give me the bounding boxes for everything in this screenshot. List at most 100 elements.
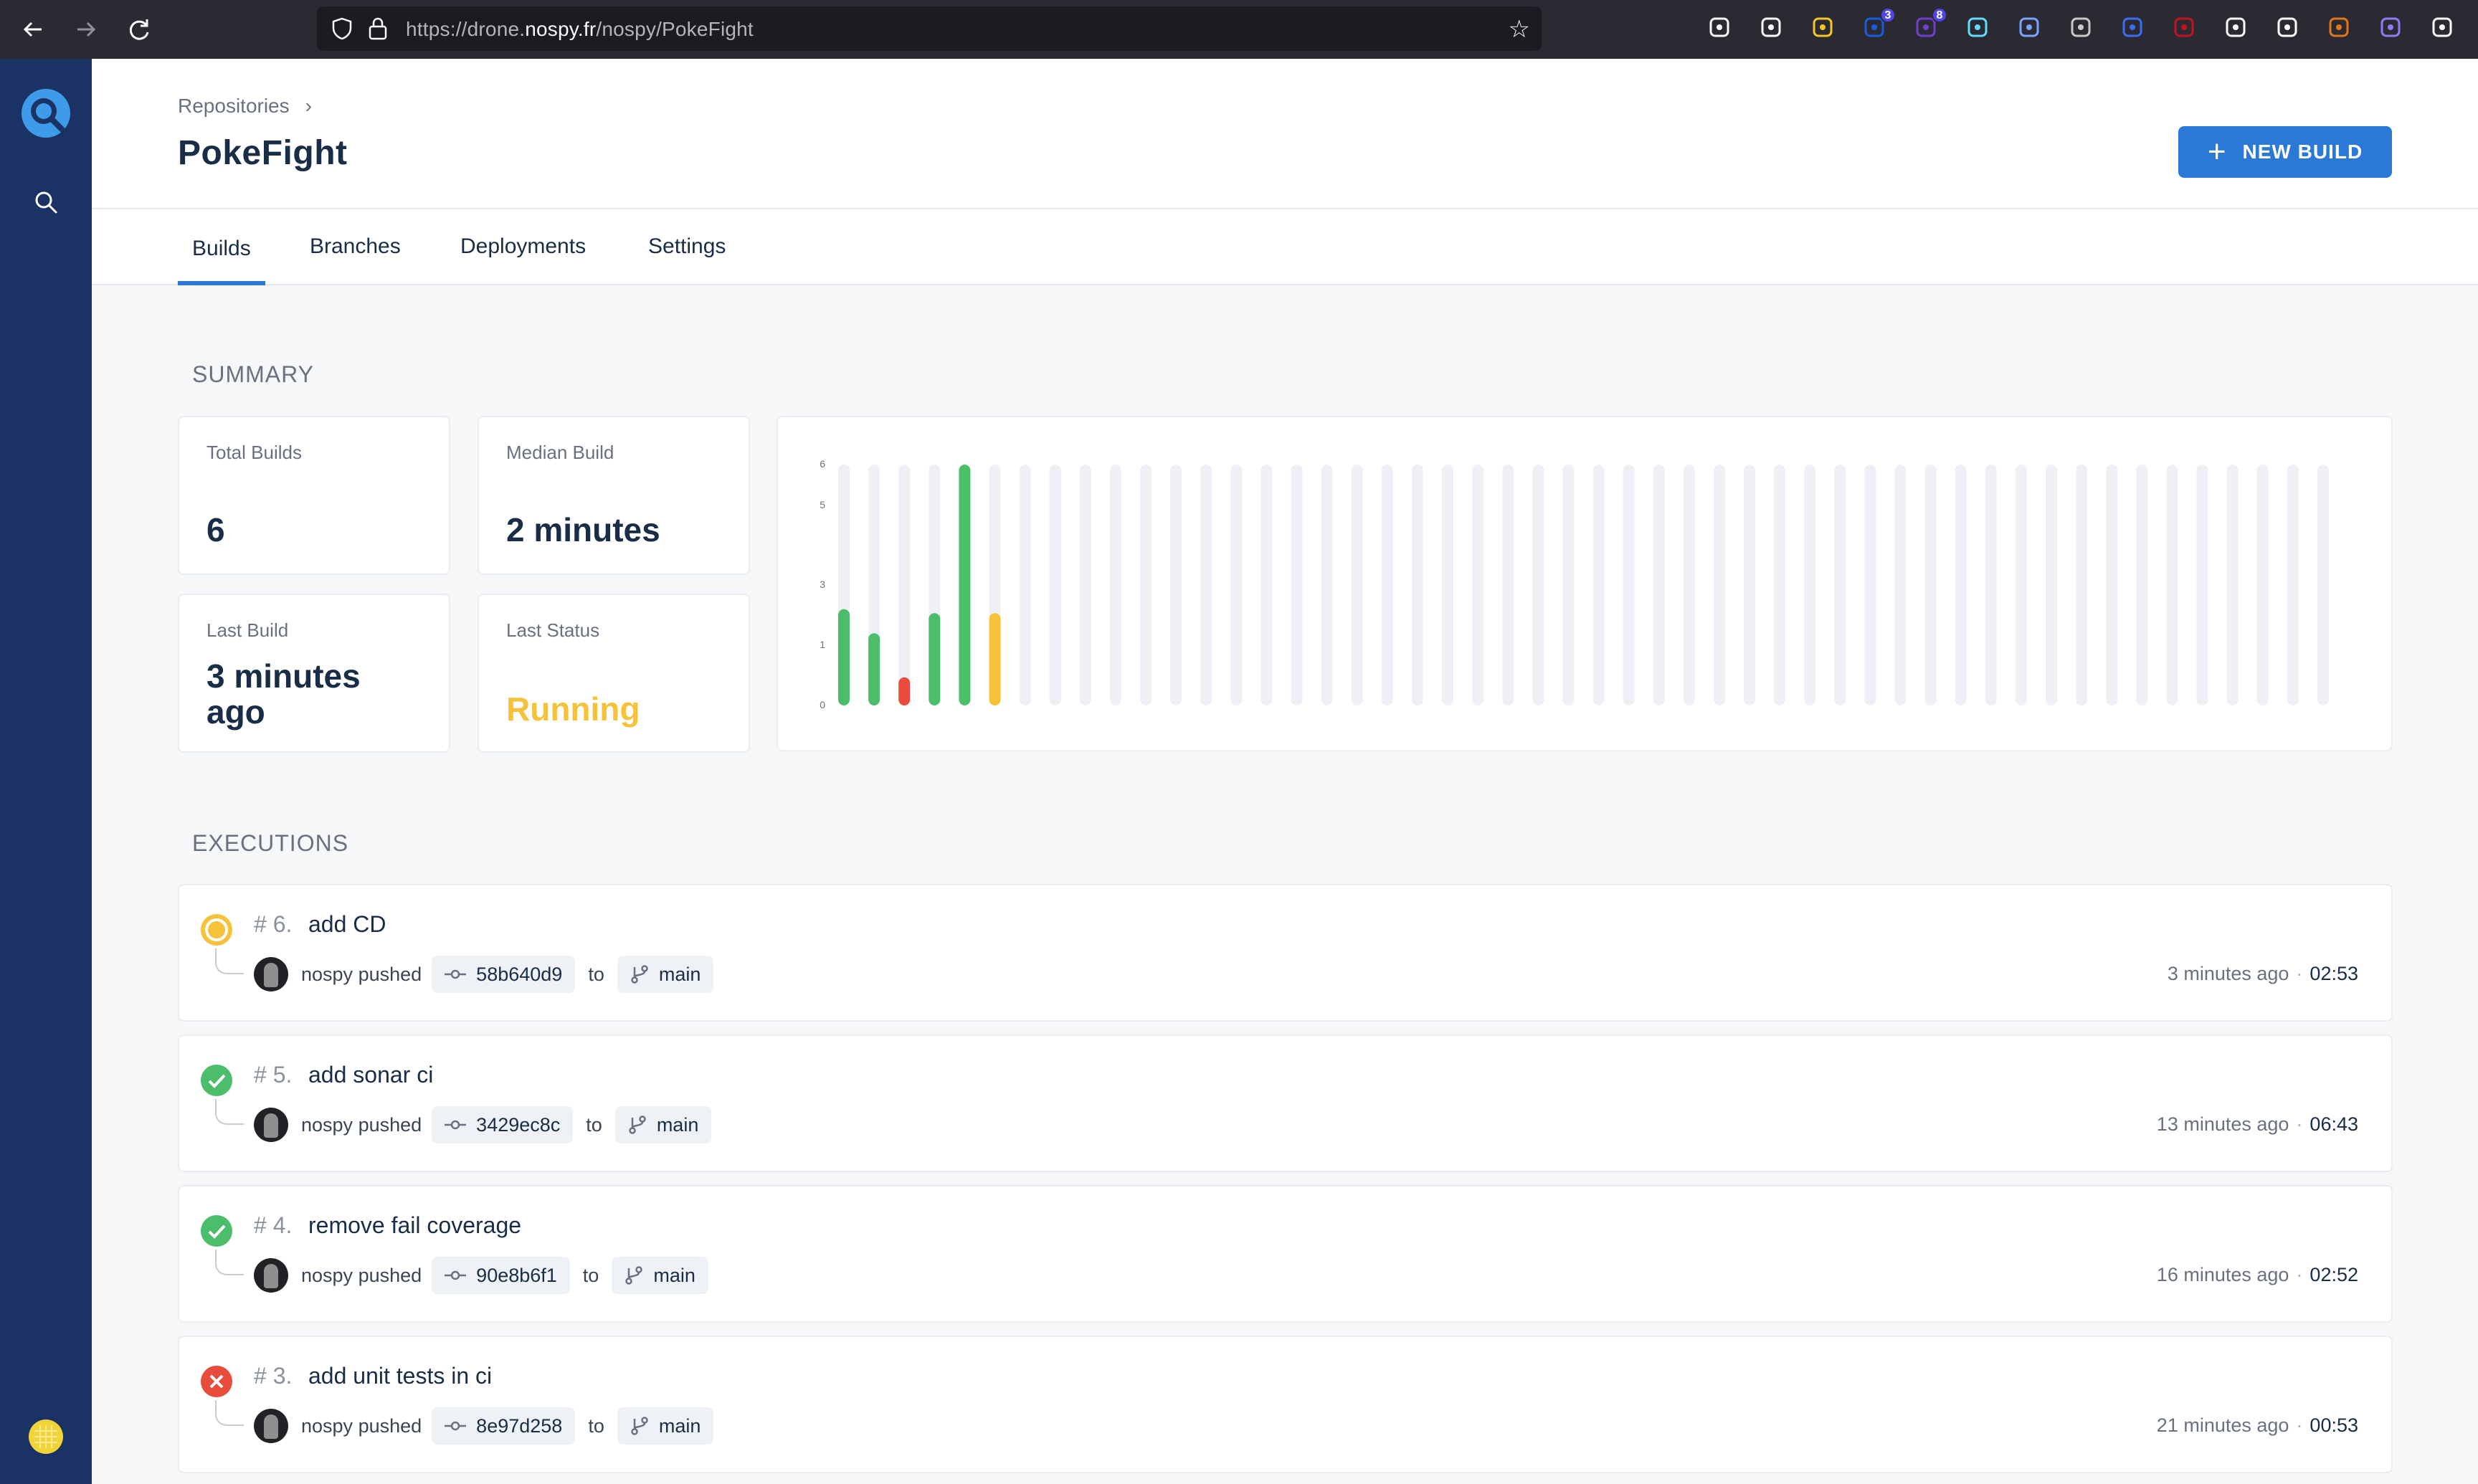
commit-sha: 8e97d258 [476,1414,563,1437]
branch-name: main [658,963,701,985]
chart-bar-track [1532,465,1544,705]
build-meta: nospy pushed 58b640d9 to main [254,956,714,993]
chart-bar-success[interactable] [838,609,850,705]
commit-chip[interactable]: 58b640d9 [432,956,576,993]
branch-name: main [656,1113,699,1136]
chart-bar-track [1381,465,1393,705]
author-avatar [254,1108,288,1142]
back-icon[interactable] [19,15,47,44]
build-title[interactable]: add sonar ci [308,1062,433,1088]
y-tick-label: 0 [820,699,825,710]
chart-bar-track [1140,465,1152,705]
bitwarden-icon[interactable]: 3 [1861,7,1896,40]
chart-bar-track [2015,465,2027,705]
commit-chip[interactable]: 3429ec8c [432,1106,574,1143]
build-number-value: 6. [272,911,293,937]
chart-bar-track [1230,465,1243,705]
user-avatar[interactable] [29,1419,63,1454]
repo-tabs: Builds Branches Deployments Settings [92,209,2478,285]
chart-bar-track [1442,465,1453,705]
library-icon[interactable] [2223,14,2249,40]
menu-icon[interactable] [2429,14,2455,40]
ghost-extension-icon[interactable] [2378,14,2403,40]
execution-row[interactable]: # 3. add unit tests in ci nospy pushed 8e97… [178,1336,2393,1473]
to-label: to [582,1264,599,1286]
new-build-button[interactable]: + NEW BUILD [2178,126,2392,178]
branch-chip[interactable]: main [612,1257,708,1294]
chart-bar-success[interactable] [868,633,880,705]
search-icon[interactable] [33,189,59,215]
build-title[interactable]: add unit tests in ci [308,1363,492,1389]
build-duration: 00:53 [2310,1414,2358,1436]
chart-bar-track [1109,465,1121,705]
author-avatar [254,1258,288,1293]
branch-chip[interactable]: main [617,1407,714,1445]
branch-icon [625,1266,643,1285]
branch-chip[interactable]: main [617,956,714,993]
commit-chip[interactable]: 8e97d258 [432,1407,576,1445]
tab-branches[interactable]: Branches [310,209,401,285]
vue-devtools-icon[interactable] [2068,14,2094,40]
chart-bar-track [1472,465,1484,705]
y-tick-label: 1 [820,639,825,650]
author-name: nospy [301,1264,353,1286]
chart-bar-track [1894,465,1907,705]
extension-purple-icon[interactable]: 8 [1913,7,1947,40]
tree-connector [215,1099,244,1125]
wrench-icon[interactable] [1810,14,1836,40]
chart-bar-track [1170,465,1182,705]
download-icon[interactable] [1758,14,1784,40]
execution-row[interactable]: # 5. add sonar ci nospy pushed 3429ec8c to ma… [178,1034,2393,1172]
pocket-icon[interactable] [1706,14,1732,40]
forward-icon[interactable] [72,15,100,44]
metamask-icon[interactable] [2326,14,2352,40]
commit-chip[interactable]: 90e8b6f1 [432,1257,570,1294]
last-status-value: Running [506,690,640,728]
chart-bar-failure[interactable] [898,677,911,705]
url-bar[interactable]: https://drone.nospy.fr/nospy/PokeFight ☆ [317,6,1542,51]
tab-builds[interactable]: Builds [178,209,265,285]
build-title[interactable]: remove fail coverage [308,1212,521,1239]
last-build-value: 3 minutes ago [206,657,361,731]
lock-icon[interactable] [367,16,389,41]
build-title[interactable]: add CD [308,911,386,938]
url-text[interactable]: https://drone.nospy.fr/nospy/PokeFight [406,18,754,41]
reload-icon[interactable] [125,15,153,44]
sidebar [0,59,92,1484]
breadcrumb-repositories-link[interactable]: Repositories [178,95,290,117]
build-number: # 6. [254,911,293,937]
total-builds-value: 6 [206,511,225,548]
chart-bar-success[interactable] [959,465,971,705]
success-check-icon [199,1063,234,1098]
time-ago: 13 minutes ago [2156,1113,2289,1135]
shield-icon[interactable] [330,16,354,41]
tab-settings[interactable]: Settings [648,209,726,285]
chart-bar-track [2196,465,2208,705]
execution-row[interactable]: # 4. remove fail coverage nospy pushed 90e8… [178,1185,2393,1323]
chart-bar-track [1774,465,1786,705]
chart-bar-track [1924,465,1937,705]
react-devtools-icon[interactable] [1965,14,1990,40]
chart-bar-track [2256,465,2269,705]
last-build-label: Last Build [206,619,289,641]
commit-sha: 3429ec8c [476,1113,561,1136]
url-domain: nospy.fr [525,18,597,40]
time-ago: 21 minutes ago [2156,1414,2289,1436]
success-check-icon [199,1214,234,1248]
branch-icon [631,1417,648,1435]
chart-bar-success[interactable] [929,613,941,705]
drone-logo-icon[interactable] [22,89,70,138]
chart-bar-track [1864,465,1876,705]
chart-bar-running[interactable] [989,613,1001,705]
branch-chip[interactable]: main [614,1106,712,1143]
graph-icon[interactable] [2016,14,2042,40]
failure-x-icon [199,1364,234,1399]
link-extension-icon[interactable] [2119,14,2145,40]
author-name: nospy [301,1414,353,1437]
bookmark-star-icon[interactable]: ☆ [1509,15,1530,44]
notion-icon[interactable] [2274,14,2300,40]
median-build-card: Median Build 2 minutes [478,416,750,575]
execution-row[interactable]: # 6. add CD nospy pushed 58b640d9 to main 3 mi… [178,884,2393,1022]
tab-deployments[interactable]: Deployments [460,209,586,285]
ublock-icon[interactable] [2171,14,2197,40]
